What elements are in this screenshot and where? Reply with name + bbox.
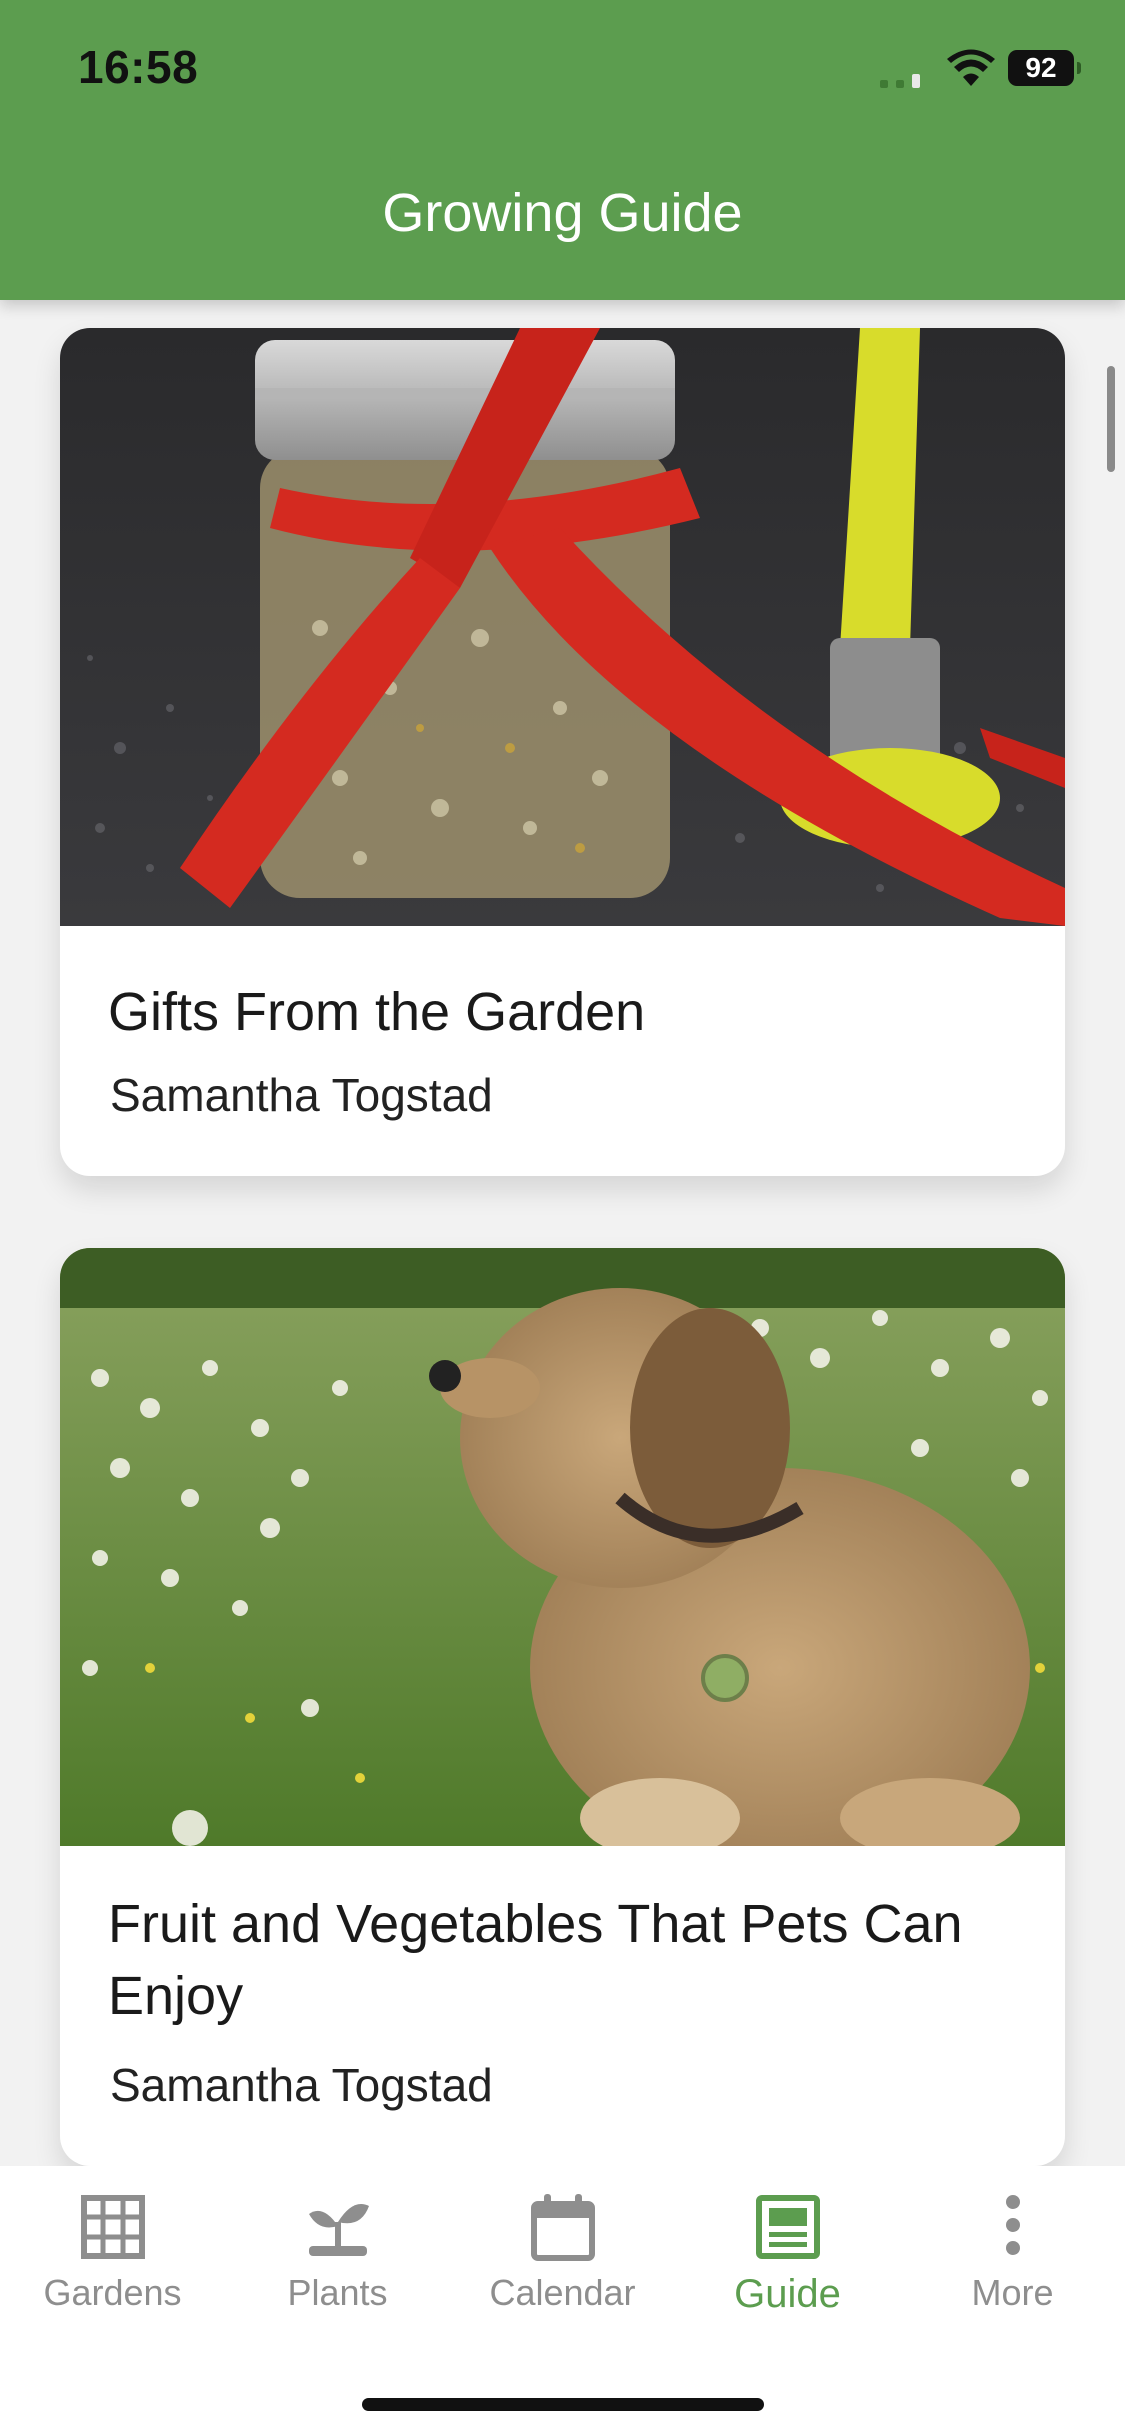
scrollbar[interactable] (1107, 366, 1115, 472)
tab-label: Plants (287, 2272, 388, 2313)
tab-label: More (971, 2272, 1054, 2313)
sprout-icon (308, 2204, 369, 2256)
tab-more[interactable]: More (900, 2192, 1125, 2342)
tab-label: Gardens (43, 2272, 182, 2313)
battery-icon: 92 (1008, 50, 1081, 86)
tab-label: Guide (734, 2272, 841, 2316)
tab-bar: Gardens Plants Calendar Guide More (0, 2166, 1125, 2436)
screen: 16:58 92 Growing Guide Gifts From the Ga… (0, 0, 1125, 2436)
grid-icon (80, 2195, 145, 2259)
status-time: 16:58 (78, 41, 199, 93)
article-card[interactable]: Gifts From the Garden Samantha Togstad (60, 328, 1065, 1176)
tab-label: Calendar (489, 2272, 636, 2313)
article-card[interactable]: Fruit and Vegetables That Pets Can Enjoy… (60, 1248, 1065, 2166)
article-author: Samantha Togstad (110, 2059, 493, 2111)
article-title: Fruit and Vegetables That Pets Can Enjoy (108, 1894, 963, 2026)
cellular-signal-icon (880, 74, 920, 88)
tab-calendar[interactable]: Calendar (450, 2192, 675, 2342)
more-dots-icon (1005, 2195, 1020, 2255)
jar-of-dried-herbs-with-red-ribbon-photo (60, 328, 1065, 926)
article-title: Gifts From the Garden (108, 982, 646, 1042)
wifi-icon (947, 49, 995, 86)
tab-guide[interactable]: Guide (675, 2192, 900, 2342)
home-indicator[interactable] (362, 2398, 764, 2411)
tab-gardens[interactable]: Gardens (0, 2192, 225, 2342)
article-author: Samantha Togstad (110, 1069, 493, 1121)
app-header: 16:58 92 Growing Guide (0, 0, 1125, 300)
tab-plants[interactable]: Plants (225, 2192, 450, 2342)
page-title: Growing Guide (382, 183, 743, 243)
article-list[interactable]: Gifts From the Garden Samantha Togstad F… (0, 300, 1125, 2166)
calendar-icon (530, 2194, 595, 2261)
dog-in-clover-field-photo (60, 1248, 1065, 1846)
guide-icon (755, 2195, 820, 2259)
